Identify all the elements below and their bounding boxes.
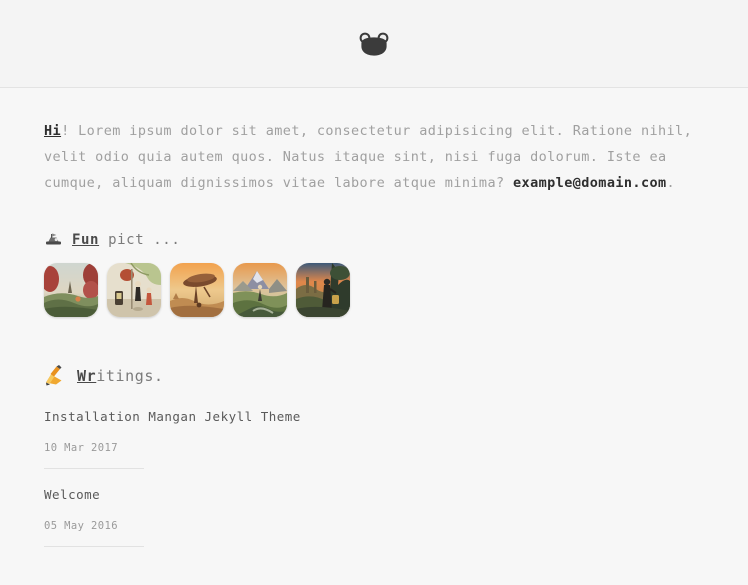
post-date: 10 Mar 2017 <box>44 442 118 454</box>
thumbnail-2[interactable] <box>107 263 161 317</box>
writings-heading: Writings. <box>44 365 704 387</box>
post-date: 05 May 2016 <box>44 520 118 532</box>
post-list-item: Welcome 05 May 2016 <box>44 487 704 547</box>
post-divider <box>44 546 144 547</box>
intro-trailing-punct: . <box>666 175 676 191</box>
site-logo-link[interactable] <box>359 31 389 57</box>
frog-head-logo <box>359 31 389 57</box>
fun-pict-heading: Fun pict ... <box>44 230 704 249</box>
post-divider <box>44 468 144 469</box>
thumbnail-1[interactable] <box>44 263 98 317</box>
post-list: Installation Mangan Jekyll Theme 10 Mar … <box>44 409 704 547</box>
contact-email-link[interactable]: example@domain.com <box>513 175 667 191</box>
writings-heading-text: Writings. <box>77 367 164 385</box>
fun-pict-heading-text: Fun pict ... <box>72 232 180 248</box>
post-title-link[interactable]: Installation Mangan Jekyll Theme <box>44 409 704 424</box>
writings-heading-underlined: Wr <box>77 367 97 385</box>
post-title-link[interactable]: Welcome <box>44 487 704 502</box>
post-list-item: Installation Mangan Jekyll Theme 10 Mar … <box>44 409 704 469</box>
fun-pict-heading-rest: pict ... <box>99 231 181 248</box>
site-header <box>0 0 748 88</box>
intro-paragraph: Hi! Lorem ipsum dolor sit amet, consecte… <box>44 118 704 196</box>
fun-pict-thumbnail-strip <box>44 263 704 317</box>
writing-hand-emoji <box>44 365 66 387</box>
intro-greeting: Hi <box>44 123 62 139</box>
thumbnail-4[interactable] <box>233 263 287 317</box>
thumbnail-3[interactable] <box>170 263 224 317</box>
fun-pict-heading-underlined: Fun <box>72 231 100 248</box>
intro-greeting-punct: ! <box>61 123 70 139</box>
camera-emoji <box>44 230 63 249</box>
writings-heading-rest: itings. <box>96 367 164 385</box>
thumbnail-5[interactable] <box>296 263 350 317</box>
page-content: Hi! Lorem ipsum dolor sit amet, consecte… <box>0 88 748 547</box>
